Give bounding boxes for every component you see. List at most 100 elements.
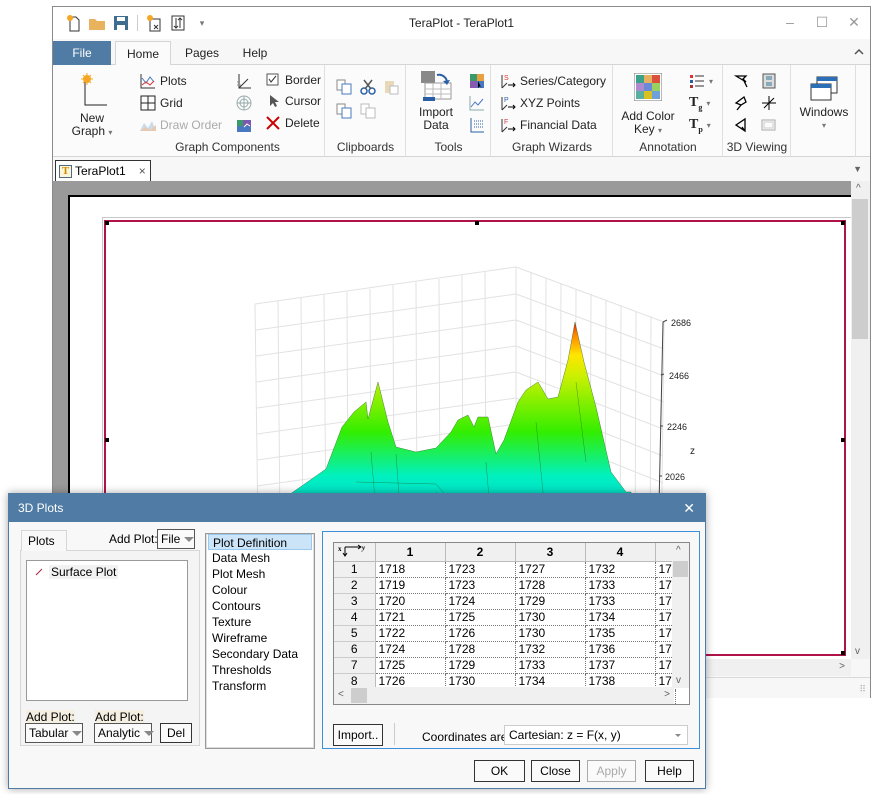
new-graph-button[interactable]: New Graph ▾ xyxy=(65,73,119,139)
column-header[interactable]: 1 xyxy=(375,543,446,562)
windows-button[interactable]: Windows ▾ xyxy=(796,75,852,132)
film-button[interactable] xyxy=(761,73,777,89)
table-cell[interactable]: 1728 xyxy=(515,577,586,594)
grid-button[interactable]: Grid xyxy=(140,95,183,111)
table-cell[interactable]: 1730 xyxy=(515,609,586,626)
table-cell[interactable]: 1725 xyxy=(375,657,446,674)
table-cell[interactable]: 1736 xyxy=(585,641,656,658)
row-header[interactable]: 5 xyxy=(334,625,376,642)
axes-button[interactable] xyxy=(236,73,252,89)
scroll-up-icon[interactable]: ^ xyxy=(676,545,681,556)
data-grid[interactable]: xy 1 2 3 4 1 1718 1723 1727 1732 17 2 1719 1723 1… xyxy=(333,542,690,705)
scroll-right-icon[interactable]: > xyxy=(839,661,845,672)
tab-pages[interactable]: Pages xyxy=(177,41,227,66)
series-category-button[interactable]: S Series/Category xyxy=(500,73,606,89)
table-cell[interactable]: 1726 xyxy=(445,625,516,642)
table-cell[interactable]: 1723 xyxy=(445,561,516,578)
grid-horizontal-scrollbar[interactable]: < > xyxy=(334,687,674,704)
table-cell[interactable]: 1728 xyxy=(445,641,516,658)
document-tab-teraplot1[interactable]: T TeraPlot1 × xyxy=(55,160,151,181)
scroll-right-icon[interactable]: > xyxy=(664,689,670,700)
tab-list-dropdown-icon[interactable]: ▼ xyxy=(853,164,862,174)
table-cell[interactable]: 1724 xyxy=(445,593,516,610)
close-tab-icon[interactable]: × xyxy=(139,164,146,178)
scroll-down-icon[interactable]: v xyxy=(855,646,860,657)
scroll-left-icon[interactable]: < xyxy=(338,689,344,700)
grid-vertical-scrollbar[interactable]: ^ v xyxy=(672,543,689,688)
color-map-button[interactable] xyxy=(236,117,252,133)
column-header[interactable]: 3 xyxy=(515,543,586,562)
table-cell[interactable]: 1734 xyxy=(585,609,656,626)
vertical-scroll-thumb[interactable] xyxy=(852,199,868,339)
copy-data-button[interactable] xyxy=(336,103,352,119)
data-table-button[interactable] xyxy=(469,117,485,133)
list-item-colour[interactable]: Colour xyxy=(208,582,312,598)
close-button[interactable]: ✕ xyxy=(838,7,870,37)
cut-button[interactable] xyxy=(360,79,376,95)
delete-plot-button[interactable]: Del xyxy=(160,723,192,743)
grid-hscroll-thumb[interactable] xyxy=(351,688,367,703)
list-item-plot-mesh[interactable]: Plot Mesh xyxy=(208,566,312,582)
list-item-contours[interactable]: Contours xyxy=(208,598,312,614)
table-cell[interactable]: 1727 xyxy=(515,561,586,578)
minimize-button[interactable]: – xyxy=(774,7,806,37)
collapse-ribbon-icon[interactable] xyxy=(854,47,864,58)
maximize-button[interactable]: ☐ xyxy=(806,7,838,37)
view-rotate-button[interactable] xyxy=(734,95,750,111)
table-cell[interactable]: 1722 xyxy=(375,625,446,642)
add-color-key-button[interactable]: Add Color Key ▾ xyxy=(620,72,676,137)
table-cell[interactable]: 1729 xyxy=(515,593,586,610)
plot-list[interactable]: Surface Plot xyxy=(26,560,188,701)
plot-definition-list[interactable]: Plot Definition Data Mesh Plot Mesh Colo… xyxy=(205,533,315,749)
table-cell[interactable]: 1732 xyxy=(515,641,586,658)
polar-grid-button[interactable] xyxy=(236,95,252,111)
delete-button[interactable]: Delete xyxy=(265,115,320,131)
copy-image-button[interactable] xyxy=(336,79,352,95)
table-cell[interactable]: 1732 xyxy=(585,561,656,578)
table-cell[interactable]: 1721 xyxy=(375,609,446,626)
row-header[interactable]: 3 xyxy=(334,593,376,610)
legend-button[interactable]: ▾ xyxy=(689,73,713,89)
list-item-secondary-data[interactable]: Secondary Data xyxy=(208,646,312,662)
vertical-scrollbar[interactable]: ^ v xyxy=(851,181,870,659)
table-cell[interactable]: 1733 xyxy=(515,657,586,674)
resize-grip-icon[interactable]: ⠿ xyxy=(859,684,866,695)
row-header[interactable]: 6 xyxy=(334,641,376,658)
table-cell[interactable]: 1735 xyxy=(585,625,656,642)
view-perspective-button[interactable] xyxy=(734,117,750,133)
table-cell[interactable]: 1723 xyxy=(445,577,516,594)
table-cell[interactable]: 1737 xyxy=(585,657,656,674)
table-cell[interactable]: 1719 xyxy=(375,577,446,594)
list-item-texture[interactable]: Texture xyxy=(208,614,312,630)
table-cell[interactable]: 1720 xyxy=(375,593,446,610)
list-item-thresholds[interactable]: Thresholds xyxy=(208,662,312,678)
graph-title-button[interactable]: Tg ▾ xyxy=(689,95,710,112)
list-item-wireframe[interactable]: Wireframe xyxy=(208,630,312,646)
column-header[interactable]: 2 xyxy=(445,543,516,562)
row-header[interactable]: 2 xyxy=(334,577,376,594)
xyz-points-button[interactable]: P XYZ Points xyxy=(500,95,580,111)
data-line-button[interactable] xyxy=(469,95,485,111)
row-header[interactable]: 4 xyxy=(334,609,376,626)
axes-3d-button[interactable] xyxy=(761,95,777,111)
color-picker-button[interactable] xyxy=(469,73,485,89)
tab-file[interactable]: File xyxy=(53,41,111,65)
ok-button[interactable]: OK xyxy=(474,760,525,782)
add-plot-tabular-select[interactable]: Tabular xyxy=(25,723,83,743)
cursor-button[interactable]: Cursor xyxy=(265,93,321,109)
coordinates-select[interactable]: Cartesian: z = F(x, y) xyxy=(504,725,688,745)
view-front-button[interactable] xyxy=(734,73,750,89)
row-header[interactable]: 7 xyxy=(334,657,376,674)
apply-button[interactable]: Apply xyxy=(587,760,636,782)
paste-data-button[interactable] xyxy=(360,103,376,119)
table-cell[interactable]: 1729 xyxy=(445,657,516,674)
list-item-data-mesh[interactable]: Data Mesh xyxy=(208,550,312,566)
page-title-button[interactable]: Tp ▾ xyxy=(689,117,711,134)
table-cell[interactable]: 1718 xyxy=(375,561,446,578)
tab-help[interactable]: Help xyxy=(233,41,277,66)
add-plot-file-select[interactable]: File xyxy=(157,529,195,549)
column-header[interactable]: 4 xyxy=(585,543,656,562)
table-cell[interactable]: 1730 xyxy=(515,625,586,642)
list-item-transform[interactable]: Transform xyxy=(208,678,312,694)
frame-button[interactable] xyxy=(761,117,777,133)
